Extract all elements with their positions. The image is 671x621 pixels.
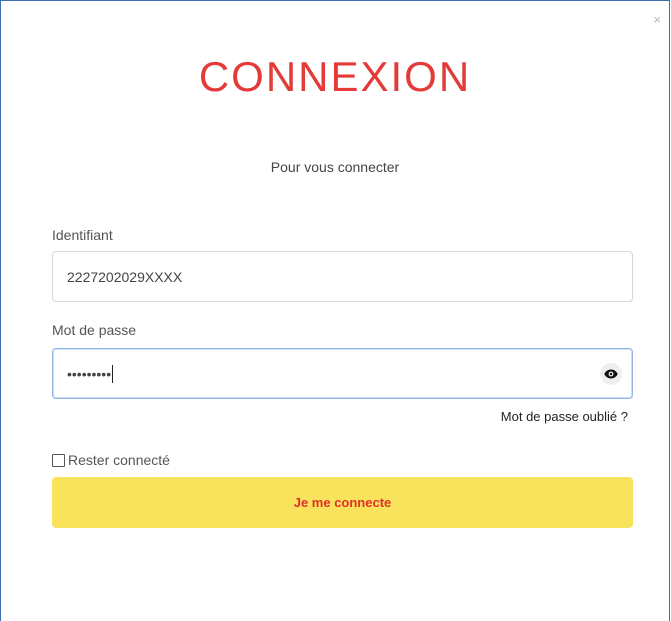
login-dialog: × CONNEXION Pour vous connecter Identifi…: [0, 0, 670, 621]
remember-me-checkbox[interactable]: Rester connecté: [52, 452, 170, 468]
subtitle: Pour vous connecter: [270, 159, 400, 175]
forgot-password-link[interactable]: Mot de passe oublié ?: [501, 409, 628, 424]
remember-me-label: Rester connecté: [68, 452, 170, 468]
password-field[interactable]: •••••••••: [52, 348, 633, 399]
login-button[interactable]: Je me connecte: [52, 477, 633, 528]
close-icon[interactable]: ×: [653, 13, 661, 26]
page-title: CONNEXION: [198, 53, 472, 100]
password-label: Mot de passe: [52, 322, 137, 338]
text-caret: [112, 364, 114, 383]
eye-icon[interactable]: [600, 362, 622, 385]
password-value: •••••••••: [67, 365, 112, 382]
identifier-value: 2227202029XXXX: [67, 268, 183, 285]
identifier-field[interactable]: 2227202029XXXX: [52, 251, 633, 302]
identifier-label: Identifiant: [52, 227, 113, 243]
checkbox-box[interactable]: [52, 453, 65, 467]
login-button-label: Je me connecte: [293, 495, 392, 510]
